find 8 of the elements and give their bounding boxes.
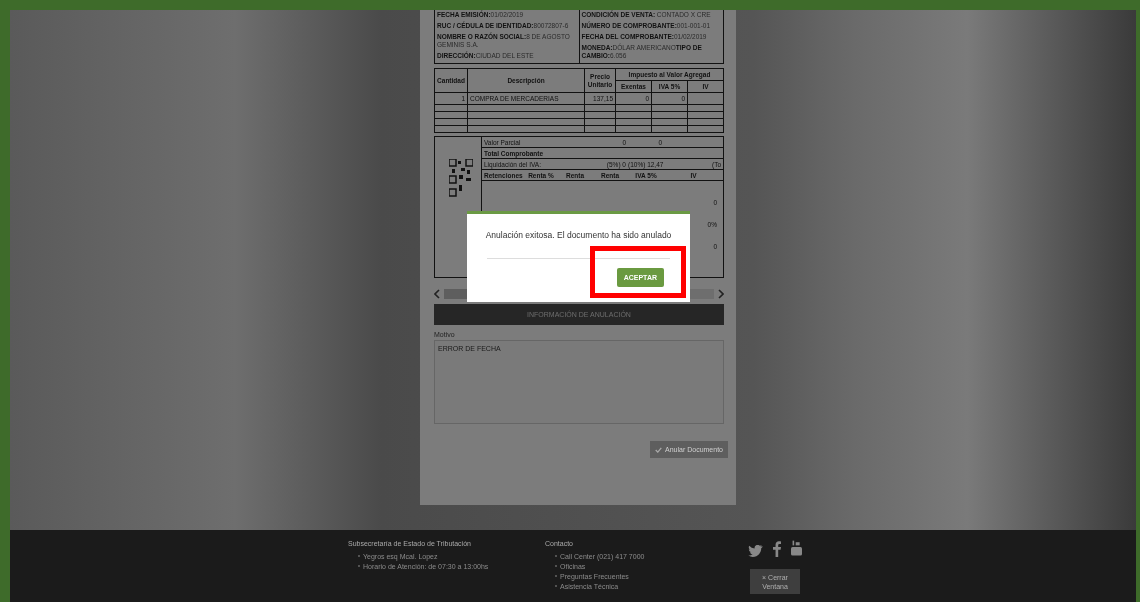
dialog-message: Anulación exitosa. El documento ha sido anulado (485, 230, 672, 240)
facebook-icon[interactable] (773, 541, 781, 557)
video-icon[interactable] (791, 540, 802, 557)
chevron-left-icon[interactable] (434, 289, 440, 299)
chevron-right-icon[interactable] (718, 289, 724, 299)
qr-code-icon (449, 159, 473, 199)
bird-icon[interactable] (748, 545, 763, 557)
check-icon (655, 446, 662, 453)
